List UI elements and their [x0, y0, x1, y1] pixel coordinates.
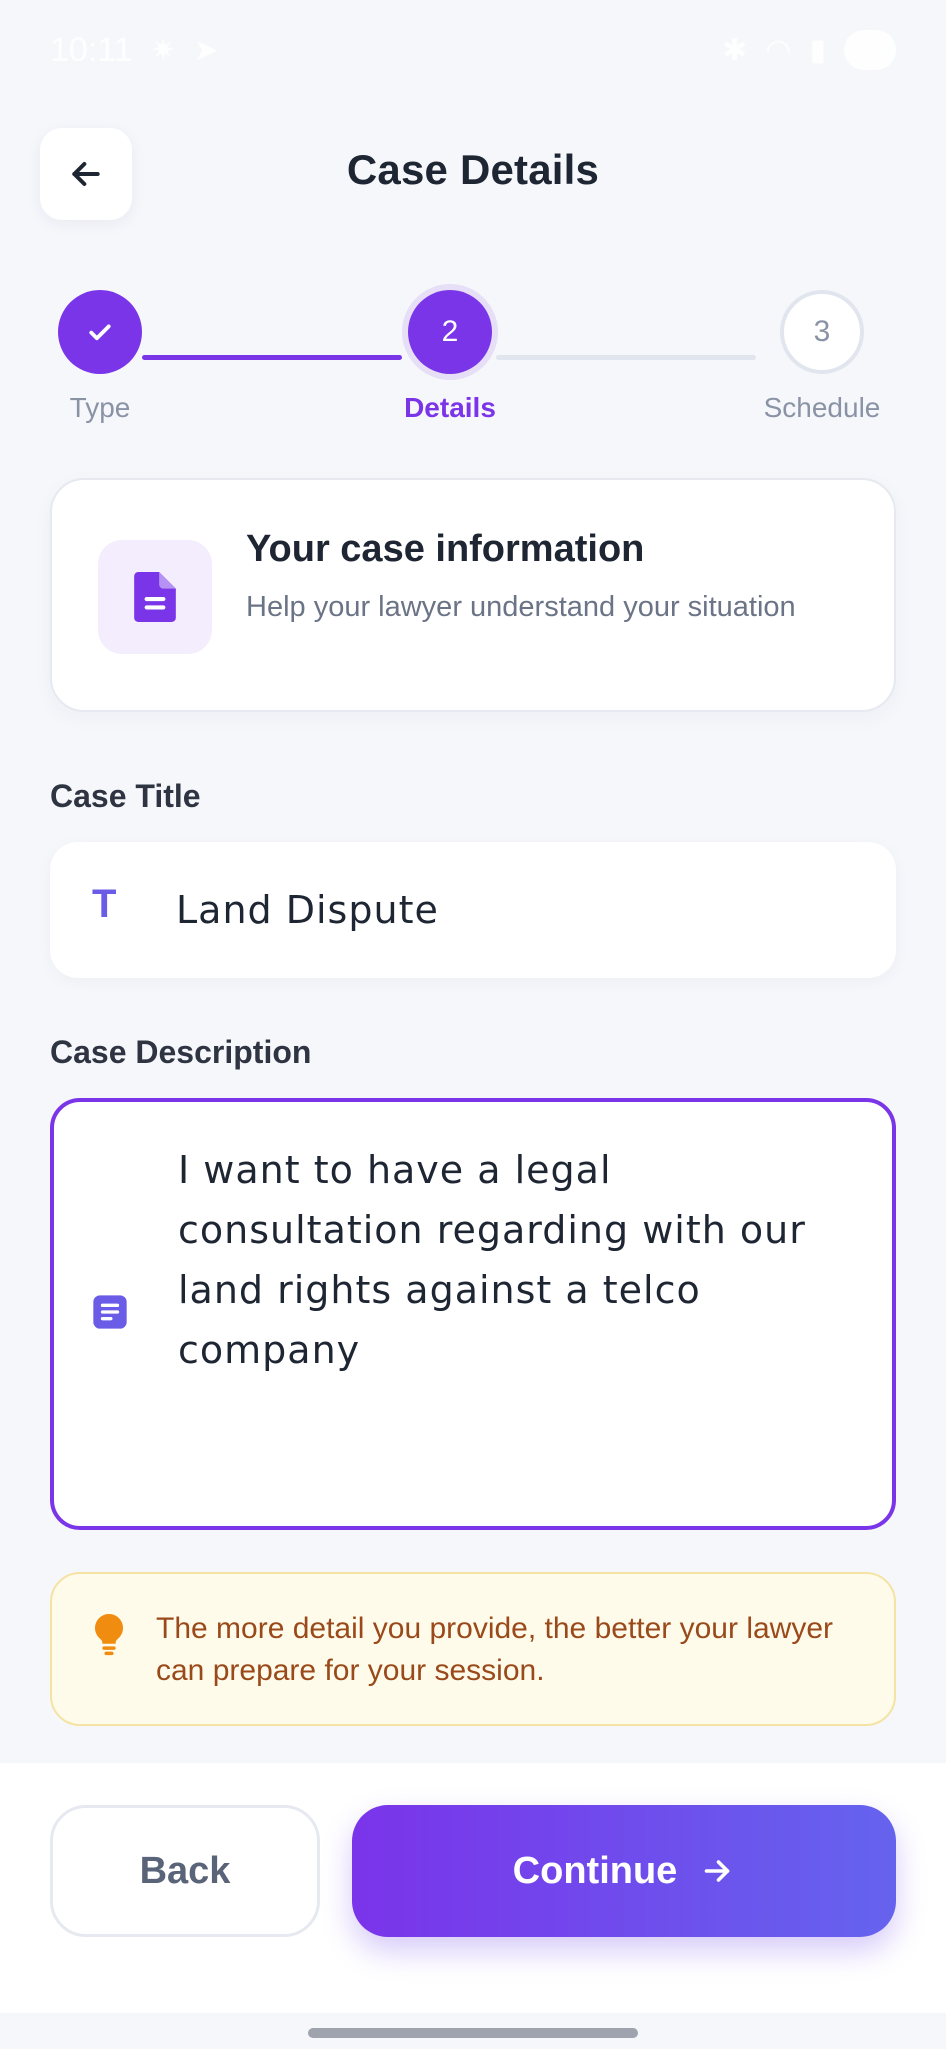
battery-icon	[844, 30, 896, 70]
document-icon	[134, 572, 176, 622]
info-card-title: Your case information	[246, 528, 645, 570]
status-left: 10:11 ✷ ➤	[50, 31, 219, 70]
case-description-field[interactable]: I want to have a legal consultation rega…	[50, 1098, 896, 1530]
header: Case Details	[0, 128, 946, 220]
step-line-2	[496, 355, 756, 360]
home-indicator[interactable]	[308, 2028, 638, 2038]
signal-icon: ▮	[809, 33, 826, 67]
arrow-right-icon	[705, 1860, 730, 1882]
lightbulb-icon	[92, 1614, 126, 1661]
page-title: Case Details	[346, 146, 600, 193]
case-title-input[interactable]	[176, 870, 856, 950]
case-title-label: Case Title	[50, 778, 201, 814]
step-type-label: Type	[69, 392, 131, 423]
document-icon-box	[98, 540, 212, 654]
bluetooth-icon: ✱	[722, 33, 748, 67]
step-details-label: Details	[404, 392, 496, 423]
status-time: 10:11	[50, 30, 133, 69]
tip-box: The more detail you provide, the better …	[50, 1572, 896, 1726]
back-button[interactable]: Back	[50, 1805, 320, 1937]
step-details-number: 2	[441, 315, 459, 348]
wifi-icon: ◠	[765, 33, 792, 67]
step-details-circle: 2	[408, 290, 492, 374]
tip-text: The more detail you provide, the better …	[156, 1612, 834, 1687]
step-line-1	[142, 355, 402, 360]
step-schedule-label: Schedule	[763, 392, 881, 423]
step-type-circle	[58, 290, 142, 374]
stepper: 2 3 Type Details Schedule	[0, 290, 946, 430]
check-icon	[89, 324, 111, 341]
telegram-icon: ➤	[193, 33, 219, 67]
notes-icon	[90, 1292, 130, 1337]
notification-icon: ✷	[150, 33, 176, 67]
step-schedule-circle: 3	[780, 290, 864, 374]
case-description-label: Case Description	[50, 1034, 312, 1070]
status-right: ✱ ◠ ▮	[722, 30, 896, 70]
step-schedule-number: 3	[813, 315, 831, 348]
bottom-action-bar: Back Continue	[0, 1763, 946, 2013]
info-card-subtitle: Help your lawyer understand your situati…	[246, 591, 796, 623]
text-t-icon: T	[92, 882, 117, 926]
case-title-field[interactable]: T	[50, 842, 896, 978]
continue-button-label: Continue	[512, 1849, 678, 1892]
continue-button[interactable]: Continue	[352, 1805, 896, 1937]
case-description-textarea[interactable]: I want to have a legal consultation rega…	[178, 1140, 868, 1500]
case-info-card: Your case information Help your lawyer u…	[50, 478, 896, 712]
status-bar: 10:11 ✷ ➤ ✱ ◠ ▮	[0, 0, 946, 100]
